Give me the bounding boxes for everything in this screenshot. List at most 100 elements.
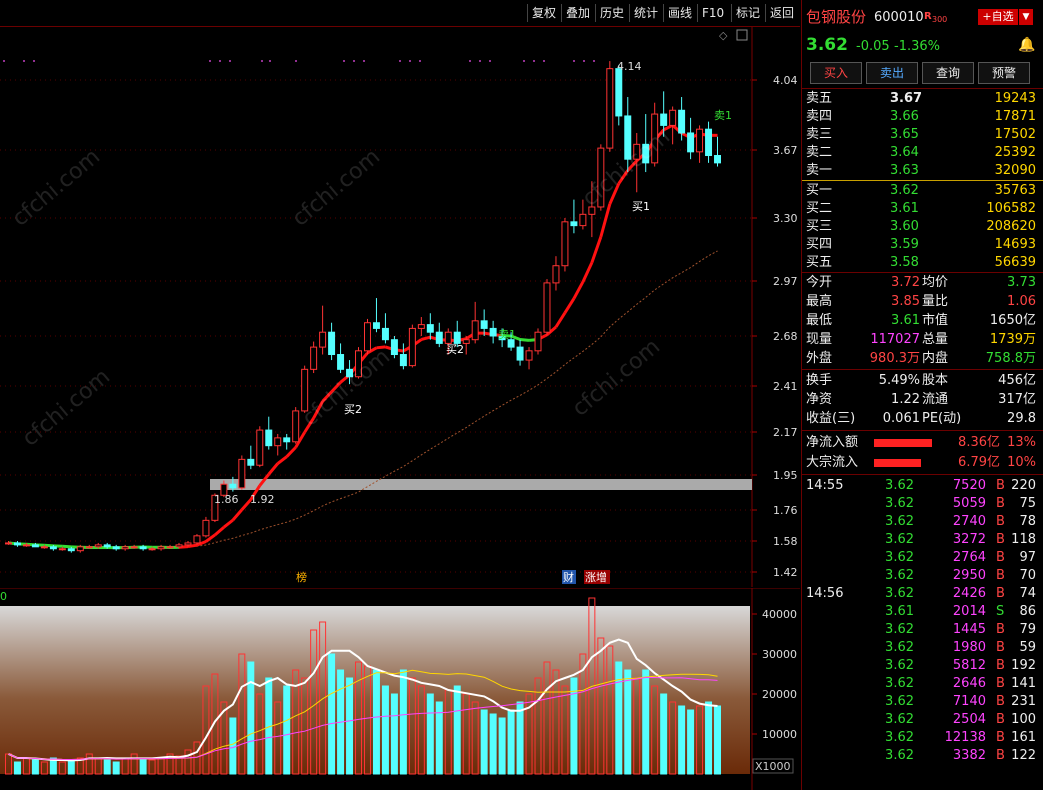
ask-row: 卖五 3.67 19243 xyxy=(802,90,1043,108)
price-axis-label: 1.58 xyxy=(773,535,798,548)
candle-body xyxy=(471,320,479,341)
vol-zero-label: 0 xyxy=(0,590,7,603)
tick-count: 86 xyxy=(1019,604,1036,619)
toolbar-mark[interactable]: 标记 xyxy=(731,4,764,22)
buy-button[interactable]: 买入 xyxy=(810,62,862,84)
tick-volume: 2504 xyxy=(952,712,986,727)
price-pct: -1.36% xyxy=(894,39,940,54)
tick-side: B xyxy=(996,568,1005,583)
ask-row: 卖四 3.66 17871 xyxy=(802,108,1043,126)
tick-count: 220 xyxy=(1011,478,1036,493)
bid-row: 买三 3.60 208620 xyxy=(802,218,1043,236)
tick-volume: 7520 xyxy=(952,478,986,493)
ask-price: 3.63 xyxy=(890,163,919,178)
candle-body xyxy=(274,437,282,447)
volume-axis-label: 30000 xyxy=(762,648,797,661)
candle-body xyxy=(175,544,183,548)
tick-side: S xyxy=(996,604,1005,619)
toolbar-fuquan[interactable]: 复权 xyxy=(527,4,560,22)
sell-signal-label-2: 卖1 xyxy=(498,328,516,341)
tick-count: 161 xyxy=(1011,730,1036,745)
candle-body xyxy=(426,324,434,333)
candle-body xyxy=(319,331,327,348)
volume-chart[interactable]: 40000 30000 20000 10000 0 X1000 xyxy=(0,588,800,790)
signal-dot xyxy=(219,60,221,62)
candle-body xyxy=(453,331,461,344)
stats-row: 现量 117027 总量 1739万 xyxy=(802,331,1043,349)
tag-bang[interactable]: 榜 xyxy=(296,570,307,584)
buy2-signal-label: 买2 xyxy=(446,343,464,356)
buy-signal-label: 买1 xyxy=(632,200,650,213)
signal-dot xyxy=(479,60,481,62)
toolbar-history[interactable]: 历史 xyxy=(595,4,628,22)
tick-row: 3.62 3382 B 122 xyxy=(802,747,1043,765)
stats-row: 换手 5.49% 股本 456亿 xyxy=(802,372,1043,390)
stats-row: 最高 3.85 量比 1.06 xyxy=(802,293,1043,311)
ma-short-segment xyxy=(519,337,530,342)
tick-price: 3.62 xyxy=(885,658,914,673)
add-watchlist-button[interactable]: +自选 xyxy=(978,9,1018,25)
volume-bar xyxy=(13,761,21,775)
candle-body xyxy=(166,546,174,549)
candle-body xyxy=(229,483,237,489)
candle-body xyxy=(292,410,300,443)
bid-price: 3.60 xyxy=(890,219,919,234)
tick-price: 3.62 xyxy=(885,496,914,511)
price-change: -0.05 xyxy=(856,39,890,54)
bid-label: 买三 xyxy=(806,219,833,234)
high-label: 4.14 xyxy=(617,60,642,73)
alert-button[interactable]: 预警 xyxy=(978,62,1030,84)
volume-axis-label: 10000 xyxy=(762,728,797,741)
bell-icon[interactable]: 🔔 xyxy=(1018,36,1035,54)
stats-row: 外盘 980.3万 内盘 758.8万 xyxy=(802,350,1043,368)
ask-row: 卖二 3.64 25392 xyxy=(802,144,1043,162)
watchlist-dropdown-icon[interactable]: ▼ xyxy=(1019,9,1033,25)
signal-dot xyxy=(399,60,401,62)
stat-value: 456亿 xyxy=(998,373,1036,388)
volume-bar xyxy=(498,717,506,775)
signal-dot xyxy=(209,60,211,62)
candle-body xyxy=(714,155,722,164)
stat-value: 5.49% xyxy=(878,373,920,388)
bid-row: 买二 3.61 106582 xyxy=(802,200,1043,218)
toolbar-overlay[interactable]: 叠加 xyxy=(561,4,594,22)
query-button[interactable]: 查询 xyxy=(922,62,974,84)
stat-value: 117027 xyxy=(870,332,920,347)
volume-bar xyxy=(139,757,147,775)
stats-row: 今开 3.72 均价 3.73 xyxy=(802,274,1043,292)
toolbar-draw[interactable]: 画线 xyxy=(663,4,696,22)
candle-body xyxy=(390,339,398,356)
signal-dot xyxy=(583,60,585,62)
toolbar-f10[interactable]: F10 xyxy=(697,4,728,22)
tick-side: B xyxy=(996,532,1005,547)
tag-zz[interactable]: 涨增 xyxy=(585,570,607,584)
stock-badge-sub: 300 xyxy=(932,15,948,24)
diamond-icon[interactable]: ◇ xyxy=(719,29,728,42)
volume-axis-label: 20000 xyxy=(762,688,797,701)
toolbar-stats[interactable]: 统计 xyxy=(629,4,662,22)
candle-body xyxy=(552,265,560,284)
sell-button[interactable]: 卖出 xyxy=(866,62,918,84)
ask-label: 卖一 xyxy=(806,163,833,178)
candle-body xyxy=(534,331,542,352)
bid-price: 3.62 xyxy=(890,183,919,198)
price-axis-label: 3.30 xyxy=(773,212,798,225)
tick-price: 3.62 xyxy=(885,676,914,691)
tick-row: 3.62 5059 B 75 xyxy=(802,495,1043,513)
stat-value: 1650亿 xyxy=(989,313,1036,328)
volume-bar xyxy=(615,661,623,775)
stat-value: 1.06 xyxy=(1007,294,1036,309)
toolbar-back[interactable]: 返回 xyxy=(765,4,798,22)
candle-body xyxy=(247,458,255,466)
volume-bar xyxy=(642,669,650,775)
tick-volume: 3272 xyxy=(952,532,986,547)
kline-chart[interactable]: 4.04 3.67 3.30 2.97 2.68 2.41 2.17 1.95 1.76 1.58… xyxy=(0,27,800,587)
signal-dot xyxy=(489,60,491,62)
tick-price: 3.61 xyxy=(885,604,914,619)
tick-count: 118 xyxy=(1011,532,1036,547)
price-axis-label: 3.67 xyxy=(773,144,798,157)
stock-badge: R xyxy=(924,11,932,22)
price-axis-label: 2.68 xyxy=(773,330,798,343)
tag-cai[interactable]: 财 xyxy=(563,570,574,584)
volume-bar xyxy=(453,685,461,775)
